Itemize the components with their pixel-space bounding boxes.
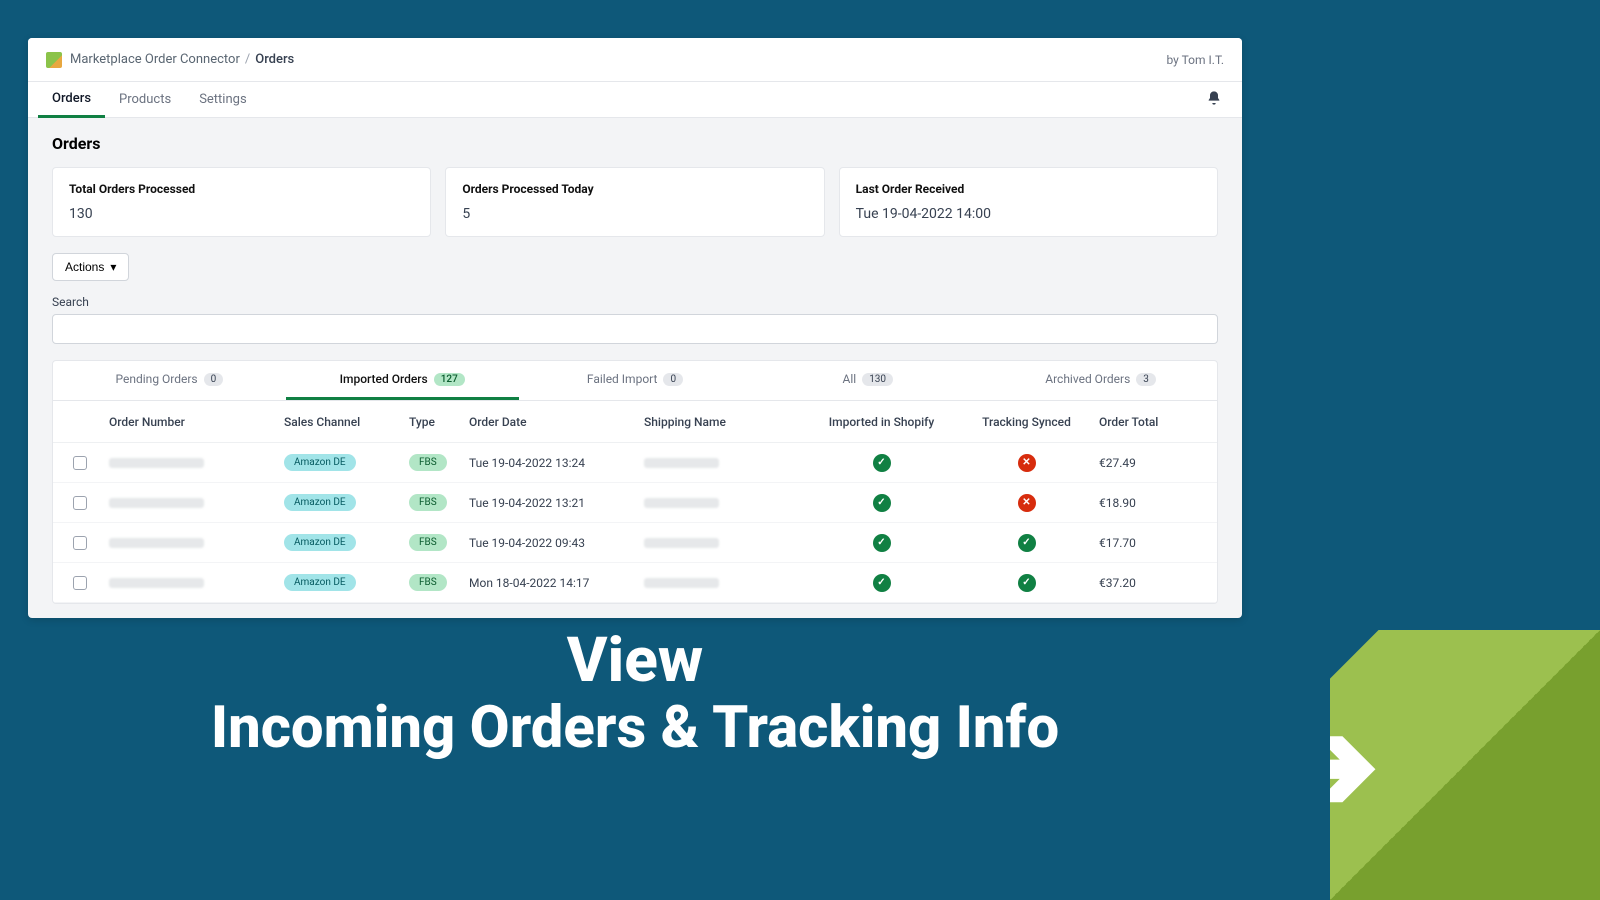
check-icon: ✓ <box>873 574 891 592</box>
shipping-name-blurred <box>644 498 719 508</box>
sales-channel-badge: Amazon DE <box>284 534 356 551</box>
orders-table: Pending Orders0Imported Orders127Failed … <box>52 360 1218 604</box>
stat-total: Total Orders Processed 130 <box>52 167 431 237</box>
table-row[interactable]: Amazon DE FBS Tue 19-04-2022 13:24 ✓ ✕ €27.49 <box>53 443 1217 483</box>
app-window: Marketplace Order Connector / Orders by … <box>28 38 1242 618</box>
type-badge: FBS <box>409 494 447 511</box>
stat-last-value: Tue 19-04-2022 14:00 <box>856 206 1201 222</box>
tab-settings[interactable]: Settings <box>185 82 260 118</box>
stat-today: Orders Processed Today 5 <box>445 167 824 237</box>
promo-line2: Incoming Orders & Tracking Info <box>0 698 1270 759</box>
check-icon: ✓ <box>873 454 891 472</box>
breadcrumb-sep: / <box>245 52 250 67</box>
order-number-blurred <box>109 458 204 468</box>
stat-today-label: Orders Processed Today <box>462 182 807 196</box>
sales-channel-badge: Amazon DE <box>284 454 356 471</box>
row-checkbox[interactable] <box>73 536 87 550</box>
tab-orders[interactable]: Orders <box>38 82 105 118</box>
sales-channel-badge: Amazon DE <box>284 494 356 511</box>
stat-last: Last Order Received Tue 19-04-2022 14:00 <box>839 167 1218 237</box>
breadcrumb-app[interactable]: Marketplace Order Connector <box>70 52 240 67</box>
check-icon: ✓ <box>873 534 891 552</box>
check-icon: ✓ <box>1018 534 1036 552</box>
search-input[interactable] <box>52 314 1218 344</box>
table-row[interactable]: Amazon DE FBS Tue 19-04-2022 13:21 ✓ ✕ €18.90 <box>53 483 1217 523</box>
breadcrumb-page: Orders <box>255 52 294 67</box>
actions-button[interactable]: Actions ▾ <box>52 253 129 281</box>
byline: by Tom I.T. <box>1167 53 1225 67</box>
promo-line1: View <box>0 630 1270 692</box>
order-total: €18.90 <box>1099 496 1218 510</box>
content: Orders Total Orders Processed 130 Orders… <box>28 118 1242 618</box>
order-date: Tue 19-04-2022 09:43 <box>469 536 644 550</box>
check-icon: ✓ <box>873 494 891 512</box>
order-total: €17.70 <box>1099 536 1218 550</box>
stat-last-label: Last Order Received <box>856 182 1201 196</box>
promo-overlay: View Incoming Orders & Tracking Info <box>0 630 1270 759</box>
search-label: Search <box>52 295 1218 309</box>
table-row[interactable]: Amazon DE FBS Mon 18-04-2022 14:17 ✓ ✓ €37.20 <box>53 563 1217 603</box>
notifications-icon[interactable] <box>1206 90 1222 110</box>
stat-total-value: 130 <box>69 206 414 222</box>
next-arrow-icon[interactable] <box>1330 630 1600 900</box>
type-badge: FBS <box>409 454 447 471</box>
sales-channel-badge: Amazon DE <box>284 574 356 591</box>
app-logo-icon <box>46 52 62 68</box>
order-date: Tue 19-04-2022 13:21 <box>469 496 644 510</box>
caret-down-icon: ▾ <box>110 260 116 274</box>
table-tab-4[interactable]: Archived Orders3 <box>984 361 1217 400</box>
order-date: Tue 19-04-2022 13:24 <box>469 456 644 470</box>
shipping-name-blurred <box>644 458 719 468</box>
tab-products[interactable]: Products <box>105 82 185 118</box>
table-tab-2[interactable]: Failed Import0 <box>519 361 752 400</box>
order-total: €37.20 <box>1099 576 1218 590</box>
order-total: €27.49 <box>1099 456 1218 470</box>
row-checkbox[interactable] <box>73 576 87 590</box>
row-checkbox[interactable] <box>73 496 87 510</box>
check-icon: ✓ <box>1018 574 1036 592</box>
table-tab-1[interactable]: Imported Orders127 <box>286 361 519 400</box>
shipping-name-blurred <box>644 538 719 548</box>
topbar: Marketplace Order Connector / Orders by … <box>28 38 1242 82</box>
table-header: Order NumberSales ChannelTypeOrder DateS… <box>53 401 1217 443</box>
order-date: Mon 18-04-2022 14:17 <box>469 576 644 590</box>
order-number-blurred <box>109 538 204 548</box>
table-tabs: Pending Orders0Imported Orders127Failed … <box>53 361 1217 401</box>
order-number-blurred <box>109 498 204 508</box>
shipping-name-blurred <box>644 578 719 588</box>
row-checkbox[interactable] <box>73 456 87 470</box>
stat-total-label: Total Orders Processed <box>69 182 414 196</box>
order-number-blurred <box>109 578 204 588</box>
x-icon: ✕ <box>1018 454 1036 472</box>
stat-today-value: 5 <box>462 206 807 222</box>
nav-tabs: Orders Products Settings <box>28 82 1242 118</box>
type-badge: FBS <box>409 574 447 591</box>
stats-row: Total Orders Processed 130 Orders Proces… <box>52 167 1218 237</box>
x-icon: ✕ <box>1018 494 1036 512</box>
table-tab-3[interactable]: All130 <box>751 361 984 400</box>
table-tab-0[interactable]: Pending Orders0 <box>53 361 286 400</box>
actions-label: Actions <box>65 260 104 274</box>
page-title: Orders <box>52 134 1218 153</box>
table-row[interactable]: Amazon DE FBS Tue 19-04-2022 09:43 ✓ ✓ €17.70 <box>53 523 1217 563</box>
type-badge: FBS <box>409 534 447 551</box>
